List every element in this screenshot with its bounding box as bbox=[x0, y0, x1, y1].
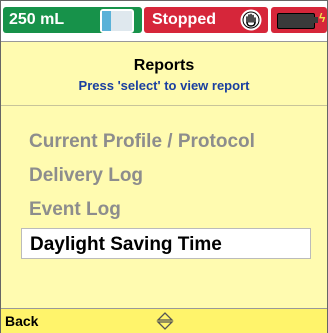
reports-panel: Reports Press 'select' to view report Cu… bbox=[1, 41, 327, 308]
up-down-arrows-icon[interactable] bbox=[155, 310, 175, 332]
battery-icon bbox=[277, 13, 315, 29]
status-bar: 250 mL Stopped ϟ bbox=[1, 1, 327, 39]
back-button[interactable]: Back bbox=[5, 313, 38, 329]
pump-state-indicator: Stopped bbox=[144, 7, 268, 33]
menu-item-daylight-saving[interactable]: Daylight Saving Time bbox=[21, 228, 311, 259]
infusion-bag-icon bbox=[100, 9, 134, 33]
stop-hand-icon bbox=[240, 9, 262, 31]
menu-item-event-log[interactable]: Event Log bbox=[21, 194, 311, 225]
page-title: Reports bbox=[133, 57, 195, 74]
softkey-bar: Back bbox=[1, 308, 327, 333]
menu-item-delivery-log[interactable]: Delivery Log bbox=[21, 160, 311, 191]
volume-indicator: 250 mL bbox=[3, 7, 142, 33]
battery-indicator: ϟ bbox=[271, 7, 327, 33]
page-subtitle: Press 'select' to view report bbox=[78, 78, 250, 93]
infusion-pump-screen: 250 mL Stopped ϟ Reports Press 'select' … bbox=[0, 0, 328, 333]
menu-item-current-profile[interactable]: Current Profile / Protocol bbox=[21, 126, 311, 157]
divider bbox=[1, 105, 327, 106]
battery-tip bbox=[314, 17, 318, 23]
volume-label: 250 mL bbox=[9, 11, 65, 28]
power-plug-icon: ϟ bbox=[319, 11, 326, 25]
pump-state-label: Stopped bbox=[152, 11, 216, 28]
